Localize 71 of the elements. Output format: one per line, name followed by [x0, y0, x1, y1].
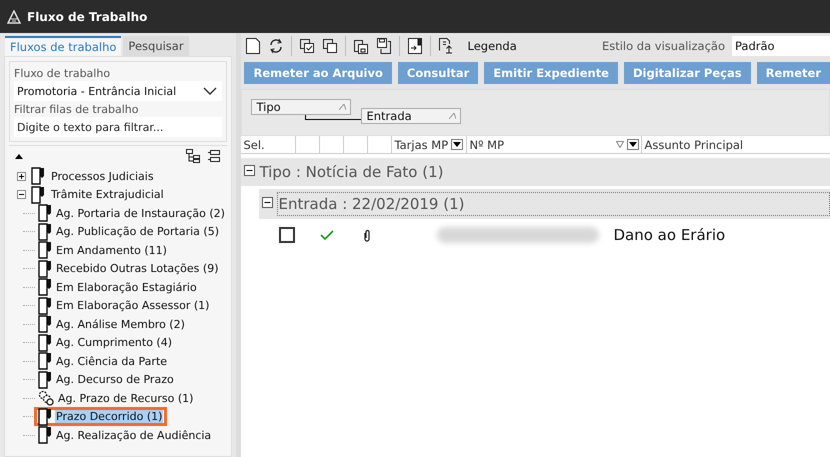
expand-toggle[interactable] [17, 172, 26, 181]
document-icon [38, 241, 52, 260]
group-row-label: Tipo : Notícia de Fato (1) [259, 163, 444, 181]
document-icon [38, 334, 52, 352]
workflow-dropdown[interactable]: Promotoria - Entrância Inicial [14, 81, 222, 101]
dropdown-button[interactable] [627, 139, 640, 150]
column-header[interactable]: Nº MP [467, 136, 642, 153]
document-icon [38, 296, 52, 315]
tree-item[interactable]: Prazo Decorrido (1) [55, 410, 164, 424]
list-icon[interactable] [207, 149, 222, 163]
logo-icon [7, 10, 21, 24]
document-arrow-icon[interactable] [407, 36, 424, 54]
chevron-down-icon [203, 87, 218, 95]
tree-item[interactable]: Ag. Portaria de Instauração (2) [55, 206, 226, 220]
collapse-toggle[interactable] [244, 165, 256, 179]
sort-icon [449, 113, 456, 119]
field-label: Filtrar filas de trabalho [14, 103, 140, 116]
tree-item[interactable]: Em Elaboração Assessor (1) [55, 299, 210, 312]
tree-item[interactable]: Ag. Cumprimento (4) [55, 336, 174, 350]
document-icon [38, 278, 52, 296]
document-icon [38, 370, 52, 389]
collapse-icon[interactable] [15, 153, 23, 159]
document-icon [38, 426, 52, 444]
select-all-icon[interactable] [299, 38, 316, 54]
tree-item[interactable]: Processos Judiciais [50, 170, 155, 183]
document-icon [31, 186, 45, 204]
document-icon[interactable] [245, 36, 262, 54]
filter-icon [616, 141, 624, 148]
row-checkbox[interactable] [279, 227, 296, 243]
document-icon [38, 408, 52, 426]
group-row-label: Entrada : 22/02/2019 (1) [277, 192, 830, 216]
tree-item[interactable]: Ag. Decurso de Prazo [55, 373, 175, 386]
dropdown-button[interactable] [451, 139, 464, 150]
hierarchy-icon[interactable] [185, 148, 202, 164]
tree-item[interactable]: Ag. Análise Membro (2) [55, 318, 186, 331]
document-icon [38, 260, 52, 278]
tree-item[interactable]: Ag. Realização de Audiência [55, 428, 212, 442]
tab[interactable]: Pesquisar [123, 36, 189, 56]
filter-field[interactable]: Digite o texto para filtrar... [14, 117, 222, 137]
tree-item[interactable]: Recebido Outras Lotações (9) [55, 262, 220, 276]
document-icon [38, 204, 52, 222]
tree-item[interactable]: Trâmite Extrajudicial [50, 188, 165, 202]
collapse-toggle[interactable] [17, 190, 26, 200]
collapse-toggle[interactable] [262, 197, 274, 211]
document-icon [38, 352, 52, 370]
tree-item[interactable]: Ag. Ciência da Parte [55, 354, 168, 368]
field-label: Fluxo de trabalho [14, 67, 112, 80]
tree-item[interactable]: Ag. Publicação de Portaria (5) [55, 225, 220, 238]
column-header[interactable]: Tarjas MP [392, 136, 468, 153]
copy-icon[interactable] [322, 38, 338, 54]
window-title: Fluxo de Trabalho [27, 10, 148, 24]
legend-button[interactable]: Legenda [467, 38, 517, 52]
view-style-label: Estilo da visualização [602, 38, 725, 52]
group-by-chip[interactable]: Entrada [361, 108, 462, 124]
refresh-icon[interactable] [268, 38, 284, 54]
view-style-field[interactable]: Padrão [732, 36, 830, 56]
sort-icon [339, 104, 346, 110]
gears-icon [38, 390, 54, 406]
group-by-chip[interactable]: Tipo [251, 99, 352, 115]
tab[interactable]: Fluxos de trabalho [5, 36, 122, 56]
document-icon [38, 222, 52, 241]
export-icon[interactable] [438, 36, 454, 54]
save-icon[interactable] [376, 36, 392, 54]
tree-item[interactable]: Ag. Prazo de Recurso (1) [57, 392, 194, 405]
tree-item[interactable]: Em Andamento (11) [55, 244, 168, 257]
document-icon [38, 315, 52, 334]
table-cell: Dano ao Erário [613, 226, 726, 244]
tree-item[interactable]: Em Elaboração Estagiário [55, 280, 198, 294]
column-header[interactable]: Sel. [241, 136, 296, 153]
document-icon [31, 167, 45, 186]
column-header[interactable]: Assunto Principal [642, 136, 830, 153]
